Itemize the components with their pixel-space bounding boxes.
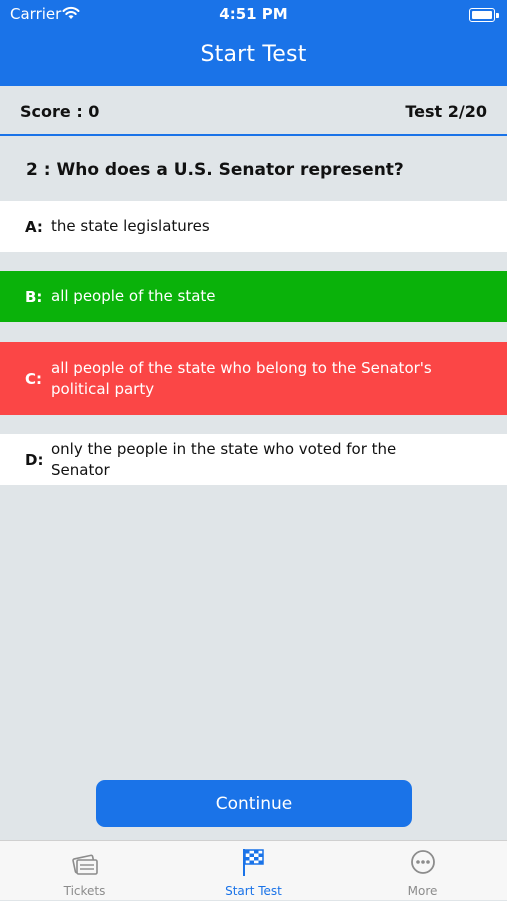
- test-progress-label: Test 2/20: [405, 102, 487, 121]
- battery-tip: [496, 13, 499, 18]
- question-text: 2 : Who does a U.S. Senator represent?: [26, 160, 404, 180]
- more-icon: [338, 847, 507, 877]
- answer-letter: B:: [25, 287, 43, 306]
- continue-button[interactable]: Continue: [96, 780, 412, 827]
- score-label: Score : 0: [20, 102, 100, 121]
- status-time: 4:51 PM: [219, 5, 288, 23]
- answer-text: all people of the state who belong to th…: [51, 358, 432, 398]
- tab-label: More: [407, 884, 438, 898]
- page-title: Start Test: [200, 42, 307, 67]
- tab-bar: Tickets Start Test More: [0, 840, 507, 900]
- answer-text: all people of the state: [51, 287, 216, 305]
- tab-tickets[interactable]: Tickets: [0, 841, 169, 901]
- status-bar: Carrier 4:51 PM: [0, 4, 507, 26]
- tab-label: Start Test: [225, 884, 282, 898]
- answer-option-a[interactable]: A: the state legislatures: [0, 201, 507, 252]
- tab-start-test[interactable]: Start Test: [169, 841, 338, 901]
- answer-letter: C:: [25, 369, 43, 388]
- answer-text: the state legislatures: [51, 217, 210, 235]
- answer-letter: D:: [25, 450, 44, 469]
- tickets-icon: [0, 847, 169, 877]
- tab-label: Tickets: [63, 884, 106, 898]
- checkered-flag-icon: [169, 847, 338, 877]
- answer-option-b[interactable]: B: all people of the state: [0, 271, 507, 322]
- battery-icon: [469, 8, 495, 22]
- answer-text: only the people in the state who voted f…: [51, 439, 397, 479]
- answer-option-d[interactable]: D: only the people in the state who vote…: [0, 434, 507, 485]
- nav-header: Carrier 4:51 PM Start Test: [0, 0, 507, 86]
- answer-letter: A:: [25, 217, 43, 236]
- tab-more[interactable]: More: [338, 841, 507, 901]
- answer-option-c[interactable]: C: all people of the state who belong to…: [0, 342, 507, 415]
- score-bar: Score : 0 Test 2/20: [0, 86, 507, 136]
